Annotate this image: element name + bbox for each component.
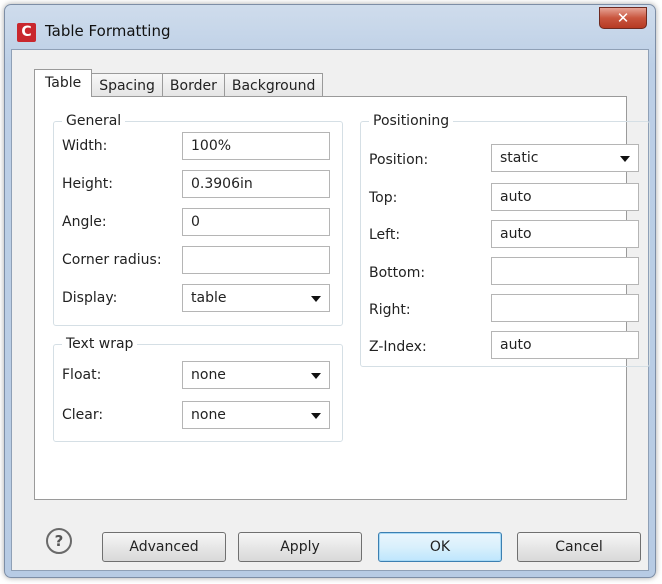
position-value: static (500, 150, 539, 166)
display-value: table (191, 290, 227, 306)
dialog-window: C Table Formatting ✕ Table Spacing Borde… (4, 4, 656, 578)
height-label: Height: (62, 176, 113, 192)
tab-border[interactable]: Border (161, 73, 225, 97)
float-value: none (191, 367, 226, 383)
app-logo-icon: C (17, 23, 36, 42)
close-button[interactable]: ✕ (599, 7, 647, 29)
chevron-down-icon (311, 296, 321, 302)
z-index-label: Z-Index: (369, 339, 427, 355)
tab-bar: Table Spacing Border Background (34, 69, 324, 97)
display-label: Display: (62, 290, 118, 306)
title-bar[interactable]: C Table Formatting ✕ (5, 5, 655, 47)
top-field[interactable]: auto (491, 183, 639, 211)
cancel-button[interactable]: Cancel (517, 532, 641, 562)
dialog-title: Table Formatting (45, 22, 171, 40)
angle-label: Angle: (62, 214, 107, 230)
angle-field[interactable]: 0 (182, 208, 330, 236)
text-wrap-group-title: Text wrap (62, 335, 138, 353)
tab-background[interactable]: Background (223, 73, 324, 97)
corner-radius-label: Corner radius: (62, 252, 162, 268)
help-icon[interactable]: ? (46, 528, 72, 554)
chevron-down-icon (311, 373, 321, 379)
tab-table[interactable]: Table (34, 69, 93, 97)
left-label: Left: (369, 227, 401, 243)
tab-spacing[interactable]: Spacing (91, 73, 163, 97)
apply-button[interactable]: Apply (238, 532, 362, 562)
corner-radius-field[interactable] (182, 246, 330, 274)
bottom-label: Bottom: (369, 265, 426, 281)
text-wrap-group: Text wrap Float: none Clear: none (53, 335, 343, 442)
height-field[interactable]: 0.3906in (182, 170, 330, 198)
positioning-group: Positioning Position: static Top: auto L… (360, 112, 650, 367)
position-select[interactable]: static (491, 144, 639, 172)
width-label: Width: (62, 138, 108, 154)
display-select[interactable]: table (182, 284, 330, 312)
left-field[interactable]: auto (491, 220, 639, 248)
width-field[interactable]: 100% (182, 132, 330, 160)
chevron-down-icon (311, 413, 321, 419)
dialog-body: Table Spacing Border Background General … (11, 49, 650, 571)
clear-label: Clear: (62, 407, 104, 423)
ok-button[interactable]: OK (378, 532, 502, 562)
float-label: Float: (62, 367, 102, 383)
right-field[interactable] (491, 294, 639, 322)
positioning-group-title: Positioning (369, 112, 454, 130)
top-label: Top: (369, 190, 398, 206)
right-label: Right: (369, 302, 411, 318)
chevron-down-icon (620, 156, 630, 162)
bottom-field[interactable] (491, 257, 639, 285)
general-group-title: General (62, 112, 126, 130)
float-select[interactable]: none (182, 361, 330, 389)
general-group: General Width: 100% Height: 0.3906in Ang… (53, 112, 343, 326)
position-label: Position: (369, 152, 429, 168)
clear-select[interactable]: none (182, 401, 330, 429)
advanced-button[interactable]: Advanced (102, 532, 226, 562)
clear-value: none (191, 407, 226, 423)
z-index-field[interactable]: auto (491, 331, 639, 359)
tab-panel-table: General Width: 100% Height: 0.3906in Ang… (34, 96, 650, 500)
